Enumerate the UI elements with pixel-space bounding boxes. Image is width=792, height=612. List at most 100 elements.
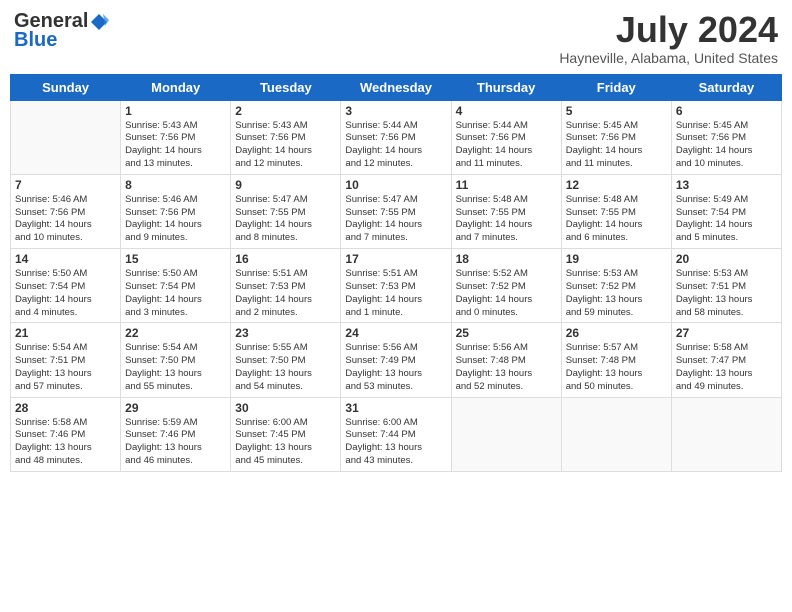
- day-header-monday: Monday: [121, 74, 231, 100]
- logo-blue-text: Blue: [14, 29, 57, 52]
- day-header-friday: Friday: [561, 74, 671, 100]
- day-info: Sunrise: 5:53 AM Sunset: 7:52 PM Dayligh…: [566, 268, 667, 319]
- day-number: 26: [566, 326, 667, 340]
- day-number: 27: [676, 326, 777, 340]
- calendar-cell: 4Sunrise: 5:44 AM Sunset: 7:56 PM Daylig…: [451, 100, 561, 174]
- day-info: Sunrise: 5:59 AM Sunset: 7:46 PM Dayligh…: [125, 417, 226, 468]
- day-info: Sunrise: 5:47 AM Sunset: 7:55 PM Dayligh…: [345, 194, 446, 245]
- day-number: 8: [125, 178, 226, 192]
- day-number: 25: [456, 326, 557, 340]
- day-info: Sunrise: 6:00 AM Sunset: 7:44 PM Dayligh…: [345, 417, 446, 468]
- day-number: 10: [345, 178, 446, 192]
- calendar-cell: 25Sunrise: 5:56 AM Sunset: 7:48 PM Dayli…: [451, 323, 561, 397]
- day-info: Sunrise: 5:43 AM Sunset: 7:56 PM Dayligh…: [125, 120, 226, 171]
- day-number: 24: [345, 326, 446, 340]
- logo: General Blue: [14, 10, 110, 52]
- day-info: Sunrise: 5:45 AM Sunset: 7:56 PM Dayligh…: [566, 120, 667, 171]
- calendar-week-row: 28 Sunrise: 5:58 AM Sunset: 7:46 PM Dayli…: [11, 397, 782, 471]
- day-info: Sunrise: 5:48 AM Sunset: 7:55 PM Dayligh…: [456, 194, 557, 245]
- day-number: 22: [125, 326, 226, 340]
- day-info: Sunrise: 5:51 AM Sunset: 7:53 PM Dayligh…: [235, 268, 336, 319]
- calendar-cell: 19 Sunrise: 5:53 AM Sunset: 7:52 PM Dayli…: [561, 249, 671, 323]
- day-info: Sunrise: 5:58 AM Sunset: 7:46 PM Dayligh…: [15, 417, 116, 468]
- day-info: Sunrise: 5:44 AM Sunset: 7:56 PM Dayligh…: [345, 120, 446, 171]
- day-number: 19: [566, 252, 667, 266]
- title-block: July 2024 Hayneville, Alabama, United St…: [559, 10, 778, 66]
- calendar-cell: 26 Sunrise: 5:57 AM Sunset: 7:48 PM Dayli…: [561, 323, 671, 397]
- location: Hayneville, Alabama, United States: [559, 50, 778, 66]
- day-number: 30: [235, 401, 336, 415]
- day-number: 11: [456, 178, 557, 192]
- calendar-cell: 9Sunrise: 5:47 AM Sunset: 7:55 PM Daylig…: [231, 174, 341, 248]
- day-info: Sunrise: 5:57 AM Sunset: 7:48 PM Dayligh…: [566, 342, 667, 393]
- day-number: 21: [15, 326, 116, 340]
- day-header-saturday: Saturday: [671, 74, 781, 100]
- day-header-thursday: Thursday: [451, 74, 561, 100]
- day-number: 28: [15, 401, 116, 415]
- day-info: Sunrise: 5:58 AM Sunset: 7:47 PM Dayligh…: [676, 342, 777, 393]
- calendar-cell: 21 Sunrise: 5:54 AM Sunset: 7:51 PM Dayli…: [11, 323, 121, 397]
- day-info: Sunrise: 5:48 AM Sunset: 7:55 PM Dayligh…: [566, 194, 667, 245]
- calendar-cell: 18 Sunrise: 5:52 AM Sunset: 7:52 PM Dayli…: [451, 249, 561, 323]
- calendar-cell: 22 Sunrise: 5:54 AM Sunset: 7:50 PM Dayli…: [121, 323, 231, 397]
- day-number: 12: [566, 178, 667, 192]
- day-number: 2: [235, 104, 336, 118]
- calendar-cell: 14 Sunrise: 5:50 AM Sunset: 7:54 PM Dayli…: [11, 249, 121, 323]
- calendar-cell: 3Sunrise: 5:44 AM Sunset: 7:56 PM Daylig…: [341, 100, 451, 174]
- calendar-cell: 10 Sunrise: 5:47 AM Sunset: 7:55 PM Dayli…: [341, 174, 451, 248]
- calendar-cell: 24 Sunrise: 5:56 AM Sunset: 7:49 PM Dayli…: [341, 323, 451, 397]
- calendar-week-row: 14 Sunrise: 5:50 AM Sunset: 7:54 PM Dayli…: [11, 249, 782, 323]
- calendar-header-row: SundayMondayTuesdayWednesdayThursdayFrid…: [11, 74, 782, 100]
- calendar-cell: 2 Sunrise: 5:43 AM Sunset: 7:56 PM Daylig…: [231, 100, 341, 174]
- day-info: Sunrise: 5:53 AM Sunset: 7:51 PM Dayligh…: [676, 268, 777, 319]
- day-number: 29: [125, 401, 226, 415]
- calendar-table: SundayMondayTuesdayWednesdayThursdayFrid…: [10, 74, 782, 472]
- calendar-cell: 15Sunrise: 5:50 AM Sunset: 7:54 PM Dayli…: [121, 249, 231, 323]
- calendar-cell: [561, 397, 671, 471]
- calendar-cell: 6Sunrise: 5:45 AM Sunset: 7:56 PM Daylig…: [671, 100, 781, 174]
- month-title: July 2024: [559, 10, 778, 50]
- logo-icon: [89, 12, 109, 32]
- day-number: 17: [345, 252, 446, 266]
- day-info: Sunrise: 5:54 AM Sunset: 7:51 PM Dayligh…: [15, 342, 116, 393]
- day-info: Sunrise: 5:47 AM Sunset: 7:55 PM Dayligh…: [235, 194, 336, 245]
- calendar-cell: 29 Sunrise: 5:59 AM Sunset: 7:46 PM Dayli…: [121, 397, 231, 471]
- day-number: 7: [15, 178, 116, 192]
- calendar-cell: 30 Sunrise: 6:00 AM Sunset: 7:45 PM Dayli…: [231, 397, 341, 471]
- day-info: Sunrise: 5:51 AM Sunset: 7:53 PM Dayligh…: [345, 268, 446, 319]
- calendar-cell: [11, 100, 121, 174]
- day-info: Sunrise: 5:50 AM Sunset: 7:54 PM Dayligh…: [125, 268, 226, 319]
- day-info: Sunrise: 5:46 AM Sunset: 7:56 PM Dayligh…: [15, 194, 116, 245]
- day-info: Sunrise: 5:46 AM Sunset: 7:56 PM Dayligh…: [125, 194, 226, 245]
- calendar-week-row: 7 Sunrise: 5:46 AM Sunset: 7:56 PM Daylig…: [11, 174, 782, 248]
- calendar-cell: 8 Sunrise: 5:46 AM Sunset: 7:56 PM Daylig…: [121, 174, 231, 248]
- day-info: Sunrise: 6:00 AM Sunset: 7:45 PM Dayligh…: [235, 417, 336, 468]
- day-number: 23: [235, 326, 336, 340]
- calendar-cell: 23 Sunrise: 5:55 AM Sunset: 7:50 PM Dayli…: [231, 323, 341, 397]
- day-number: 14: [15, 252, 116, 266]
- day-info: Sunrise: 5:54 AM Sunset: 7:50 PM Dayligh…: [125, 342, 226, 393]
- day-info: Sunrise: 5:52 AM Sunset: 7:52 PM Dayligh…: [456, 268, 557, 319]
- calendar-cell: 12 Sunrise: 5:48 AM Sunset: 7:55 PM Dayli…: [561, 174, 671, 248]
- day-info: Sunrise: 5:43 AM Sunset: 7:56 PM Dayligh…: [235, 120, 336, 171]
- day-number: 20: [676, 252, 777, 266]
- calendar-week-row: 21 Sunrise: 5:54 AM Sunset: 7:51 PM Dayli…: [11, 323, 782, 397]
- day-number: 18: [456, 252, 557, 266]
- calendar-cell: [671, 397, 781, 471]
- day-info: Sunrise: 5:56 AM Sunset: 7:49 PM Dayligh…: [345, 342, 446, 393]
- day-info: Sunrise: 5:55 AM Sunset: 7:50 PM Dayligh…: [235, 342, 336, 393]
- calendar-week-row: 1 Sunrise: 5:43 AM Sunset: 7:56 PM Daylig…: [11, 100, 782, 174]
- day-info: Sunrise: 5:50 AM Sunset: 7:54 PM Dayligh…: [15, 268, 116, 319]
- day-number: 1: [125, 104, 226, 118]
- calendar-cell: 11 Sunrise: 5:48 AM Sunset: 7:55 PM Dayli…: [451, 174, 561, 248]
- day-header-wednesday: Wednesday: [341, 74, 451, 100]
- day-number: 16: [235, 252, 336, 266]
- calendar-cell: 7 Sunrise: 5:46 AM Sunset: 7:56 PM Daylig…: [11, 174, 121, 248]
- day-info: Sunrise: 5:49 AM Sunset: 7:54 PM Dayligh…: [676, 194, 777, 245]
- day-info: Sunrise: 5:45 AM Sunset: 7:56 PM Dayligh…: [676, 120, 777, 171]
- calendar-cell: [451, 397, 561, 471]
- day-header-tuesday: Tuesday: [231, 74, 341, 100]
- calendar-cell: 20 Sunrise: 5:53 AM Sunset: 7:51 PM Dayli…: [671, 249, 781, 323]
- calendar-cell: 27 Sunrise: 5:58 AM Sunset: 7:47 PM Dayli…: [671, 323, 781, 397]
- calendar-cell: 28 Sunrise: 5:58 AM Sunset: 7:46 PM Dayli…: [11, 397, 121, 471]
